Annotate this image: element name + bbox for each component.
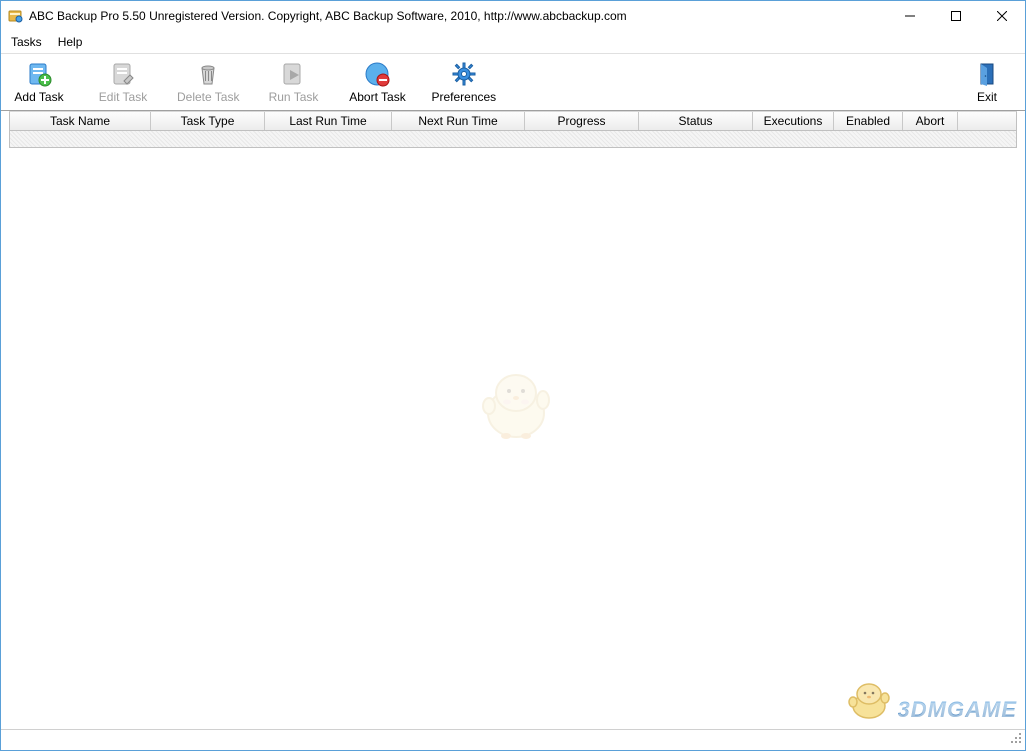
watermark-mascot-icon	[844, 678, 894, 723]
toolbar-label: Abort Task	[349, 90, 405, 104]
column-enabled[interactable]: Enabled	[834, 112, 903, 130]
column-last-run-time[interactable]: Last Run Time	[265, 112, 392, 130]
watermark-text: 3DMGAME	[898, 697, 1017, 723]
menubar: Tasks Help	[1, 31, 1025, 53]
column-filler	[958, 112, 1016, 130]
toolbar-label: Preferences	[431, 90, 496, 104]
column-progress[interactable]: Progress	[525, 112, 639, 130]
toolbar-label: Edit Task	[99, 90, 147, 104]
column-task-name[interactable]: Task Name	[10, 112, 151, 130]
trash-icon	[194, 60, 222, 88]
minimize-button[interactable]	[887, 1, 933, 31]
task-list-area[interactable]: 3DMGAME	[1, 148, 1025, 729]
run-task-icon	[279, 60, 307, 88]
run-task-button[interactable]: Run Task	[263, 60, 323, 104]
abort-task-button[interactable]: Abort Task	[347, 60, 407, 104]
exit-icon	[973, 60, 1001, 88]
exit-button[interactable]: Exit	[957, 60, 1017, 104]
abort-icon	[363, 60, 391, 88]
window-title: ABC Backup Pro 5.50 Unregistered Version…	[29, 9, 627, 23]
column-task-type[interactable]: Task Type	[151, 112, 265, 130]
menu-help[interactable]: Help	[54, 33, 87, 51]
add-task-button[interactable]: Add Task	[9, 60, 69, 104]
mascot-watermark-icon	[471, 358, 561, 451]
resize-grip-icon[interactable]	[1009, 731, 1023, 748]
edit-task-icon	[109, 60, 137, 88]
toolbar-label: Run Task	[269, 90, 319, 104]
column-abort[interactable]: Abort	[903, 112, 958, 130]
close-button[interactable]	[979, 1, 1025, 31]
gear-icon	[450, 60, 478, 88]
table-header: Task Name Task Type Last Run Time Next R…	[9, 111, 1017, 131]
toolbar-label: Add Task	[14, 90, 63, 104]
watermark: 3DMGAME	[844, 678, 1017, 723]
toolbar: Add Task Edit Task	[1, 53, 1025, 111]
column-executions[interactable]: Executions	[753, 112, 834, 130]
titlebar: ABC Backup Pro 5.50 Unregistered Version…	[1, 1, 1025, 31]
maximize-button[interactable]	[933, 1, 979, 31]
window-controls	[887, 1, 1025, 31]
add-task-icon	[25, 60, 53, 88]
preferences-button[interactable]: Preferences	[431, 60, 496, 104]
statusbar	[1, 729, 1025, 750]
menu-tasks[interactable]: Tasks	[7, 33, 46, 51]
table-selection-row[interactable]	[9, 131, 1017, 148]
toolbar-label: Exit	[977, 90, 997, 104]
delete-task-button[interactable]: Delete Task	[177, 60, 239, 104]
app-icon	[7, 8, 23, 24]
edit-task-button[interactable]: Edit Task	[93, 60, 153, 104]
column-status[interactable]: Status	[639, 112, 753, 130]
toolbar-label: Delete Task	[177, 90, 239, 104]
column-next-run-time[interactable]: Next Run Time	[392, 112, 525, 130]
